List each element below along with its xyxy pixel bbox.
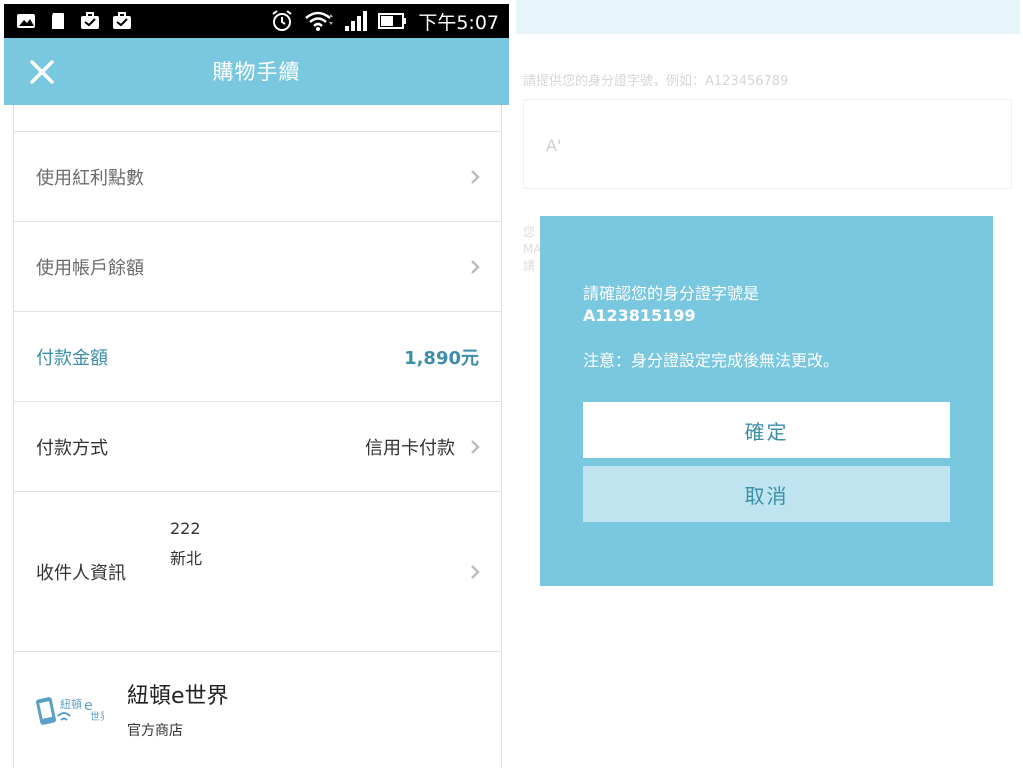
app-bar-dimmed	[516, 0, 1020, 34]
battery-icon	[378, 13, 407, 29]
payment-method-row[interactable]: 付款方式 信用卡付款	[14, 401, 501, 492]
svg-text:紐頓: 紐頓	[60, 697, 82, 711]
confirm-id-dialog: 請確認您的身分證字號是 A123815199 注意：身分證設定完成後無法更改。 …	[540, 216, 993, 586]
confirm-button[interactable]: 確定	[583, 402, 950, 458]
store-name: 紐頓e世界	[127, 684, 229, 709]
fragment-line: 您	[523, 225, 536, 239]
briefcase-icon	[113, 12, 131, 29]
background-text-fragment: 您 MA 請	[523, 224, 542, 275]
chevron-right-icon	[471, 260, 480, 274]
bonus-points-row[interactable]: 使用紅利點數	[14, 131, 501, 222]
cancel-button[interactable]: 取消	[583, 466, 950, 522]
checkout-list: 使用紅利點數 使用帳戶餘額 付款金額 1,890元 付款方式 信用卡付款 收件人…	[13, 105, 502, 768]
status-bar: 下午5:07	[4, 4, 509, 38]
dialog-id-number: A123815199	[583, 306, 696, 325]
id-input-field[interactable]: A'	[523, 99, 1012, 189]
sd-card-icon	[52, 13, 64, 29]
payment-method-value: 信用卡付款	[365, 438, 455, 459]
dialog-message: 請確認您的身分證字號是 A123815199	[583, 283, 759, 327]
payment-amount-value: 1,890元	[404, 348, 479, 369]
alarm-icon	[272, 10, 292, 31]
signal-icon	[345, 11, 368, 31]
recipient-line-2: 新北	[170, 549, 203, 568]
svg-text:世界: 世界	[90, 711, 104, 723]
payment-method-label: 付款方式	[36, 438, 108, 459]
chevron-right-icon	[471, 440, 480, 454]
bonus-points-label: 使用紅利點數	[36, 168, 144, 189]
briefcase-icon	[81, 12, 99, 29]
wifi-icon	[305, 11, 334, 31]
payment-amount-row: 付款金額 1,890元	[14, 311, 501, 402]
id-verification-screen: 請提供您的身分證字號，例如：A123456789 A' 您 MA 請 請確認您的…	[513, 0, 1023, 768]
status-time: 下午5:07	[418, 11, 499, 34]
store-subtitle: 官方商店	[127, 723, 183, 739]
app-bar: 購物手續	[4, 38, 509, 105]
recipient-details: 222 新北	[170, 514, 202, 574]
page-title: 購物手續	[212, 60, 301, 84]
chevron-right-icon	[471, 565, 480, 579]
fragment-line: MA	[523, 242, 542, 256]
recipient-line-1: 222	[170, 519, 201, 538]
payment-amount-label: 付款金額	[36, 348, 108, 369]
account-balance-label: 使用帳戶餘額	[36, 258, 144, 279]
recipient-info-row[interactable]: 收件人資訊 222 新北	[14, 491, 501, 652]
id-hint-text: 請提供您的身分證字號，例如：A123456789	[523, 74, 789, 89]
checkout-screen: 下午5:07 購物手續 使用紅利點數 使用帳戶餘額 付款金額 1,890元 付款…	[0, 0, 513, 768]
dialog-message-text: 請確認您的身分證字號是	[583, 284, 760, 303]
image-icon	[17, 14, 35, 28]
account-balance-row[interactable]: 使用帳戶餘額	[14, 221, 501, 312]
recipient-info-label: 收件人資訊	[36, 563, 126, 584]
id-input-value: A'	[546, 136, 562, 155]
chevron-right-icon	[471, 170, 480, 184]
store-logo: 紐頓 e 世界	[36, 697, 104, 725]
store-info: 紐頓 e 世界 紐頓e世界 官方商店	[14, 651, 501, 768]
fragment-line: 請	[523, 259, 536, 273]
dialog-note: 注意：身分證設定完成後無法更改。	[583, 351, 840, 370]
